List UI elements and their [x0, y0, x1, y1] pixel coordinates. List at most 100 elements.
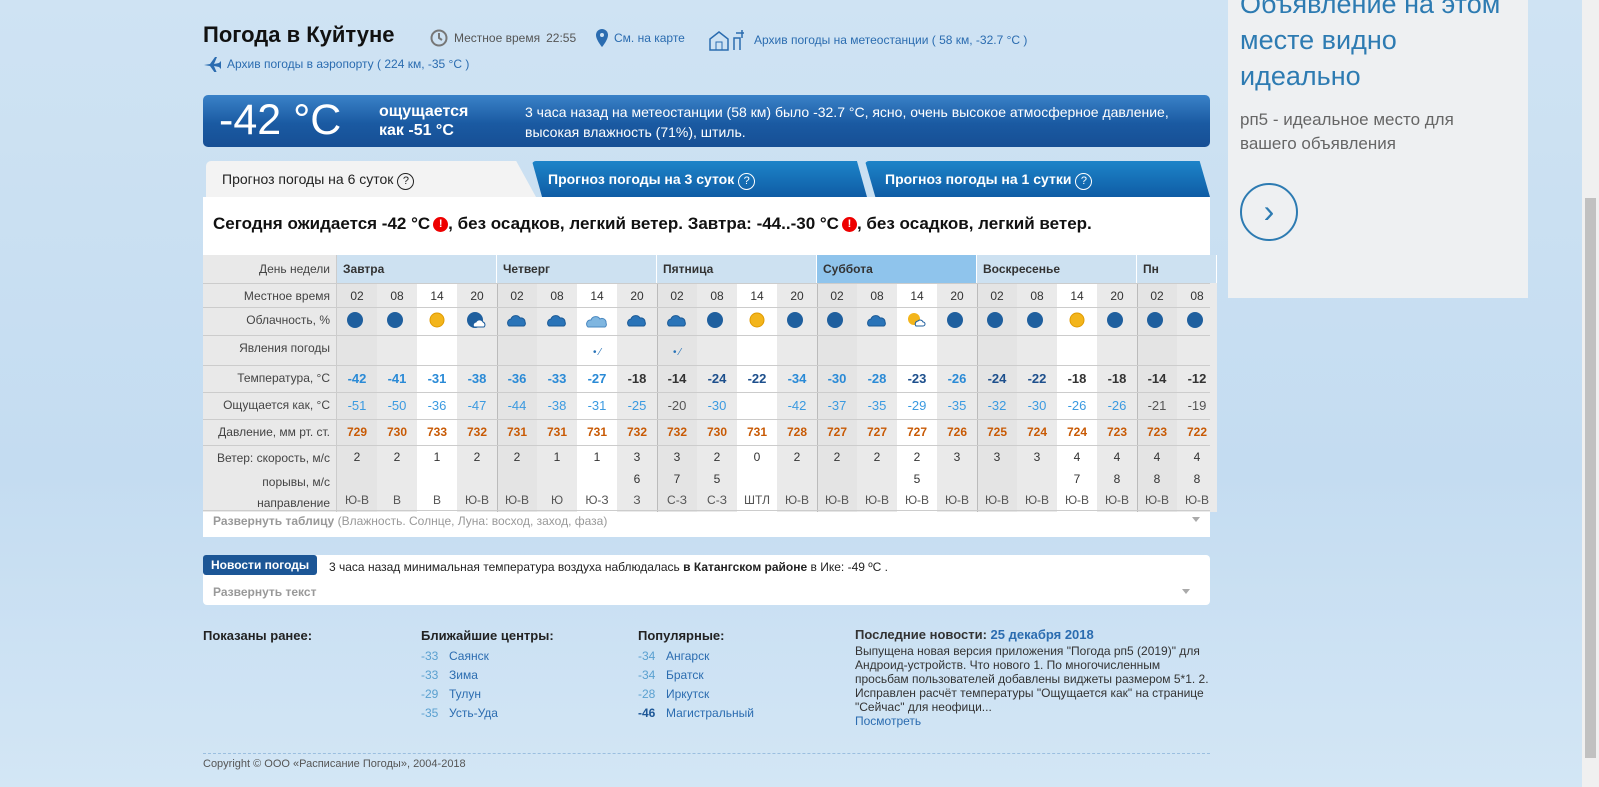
feels-cell: -26: [1107, 398, 1127, 413]
sun-icon[interactable]: [737, 311, 777, 332]
scrollbar[interactable]: [1582, 0, 1599, 787]
snow-icon[interactable]: • ⁄: [657, 347, 697, 358]
sun-cloud-icon[interactable]: [897, 311, 937, 332]
map-link[interactable]: См. на карте: [596, 29, 685, 47]
wind-cell: 3: [953, 450, 961, 464]
snow-icon[interactable]: • ⁄: [577, 347, 617, 358]
cloud-icon[interactable]: [857, 311, 897, 332]
feels-cell: -20: [667, 398, 687, 413]
moon-clear-icon[interactable]: [1137, 311, 1177, 332]
list-item[interactable]: -28 Иркутск: [638, 687, 754, 701]
hour-cell: 08: [870, 289, 884, 303]
direction-cell: Ю-В: [344, 493, 370, 507]
expand-text-link[interactable]: Развернуть текст: [213, 585, 1200, 599]
moon-clear-icon[interactable]: [697, 311, 737, 332]
moon-clear-icon[interactable]: [337, 311, 377, 332]
list-item[interactable]: -34 Братск: [638, 668, 754, 682]
temp-cell: -12: [1187, 371, 1207, 386]
temp-cell: -30: [827, 371, 847, 386]
help-icon[interactable]: ?: [738, 173, 756, 190]
wind-cell: 2: [713, 450, 721, 464]
sun-icon[interactable]: [417, 311, 457, 332]
cloud-icon[interactable]: [497, 311, 537, 332]
feels-cell: -29: [907, 398, 927, 413]
list-item[interactable]: -33 Саянск: [421, 649, 554, 663]
moon-clear-icon[interactable]: [1097, 311, 1137, 332]
temp-cell: -31: [427, 371, 447, 386]
feels-cell: -26: [1067, 398, 1087, 413]
warning-icon[interactable]: !: [433, 217, 449, 232]
wind-cell: 2: [873, 450, 881, 464]
wind-cell: 2: [793, 450, 801, 464]
list-item[interactable]: -35 Усть-Уда: [421, 706, 554, 720]
gust-cell: 8: [1113, 472, 1121, 486]
sun-icon[interactable]: [1057, 311, 1097, 332]
tab-3-days[interactable]: Прогноз погоды на 3 суток?: [532, 161, 867, 197]
hour-cell: 14: [1070, 289, 1084, 303]
hour-cell: 02: [670, 289, 684, 303]
feels-cell: -50: [387, 398, 407, 413]
day-header: Пн: [1137, 255, 1217, 283]
temp-cell: -24: [987, 371, 1007, 386]
help-icon[interactable]: ?: [397, 173, 415, 190]
chevron-down-icon: [1192, 517, 1200, 522]
direction-cell: Ю-В: [984, 493, 1010, 507]
wind-cell: 2: [833, 450, 841, 464]
warning-icon[interactable]: !: [841, 217, 857, 232]
direction-cell: Ю-В: [784, 493, 810, 507]
pressure-cell: 732: [666, 425, 688, 439]
tab-6-days[interactable]: Прогноз погоды на 6 суток?: [206, 161, 536, 197]
read-more-link[interactable]: Посмотреть: [855, 714, 1215, 728]
hour-cell: 20: [790, 289, 804, 303]
temp-cell: -34: [787, 371, 807, 386]
moon-clear-icon[interactable]: [777, 311, 817, 332]
list-item[interactable]: -34 Ангарск: [638, 649, 754, 663]
page-title: Погода в Куйтуне: [203, 22, 395, 47]
direction-cell: Ю-В: [1104, 493, 1130, 507]
news-text: 3 часа назад минимальная температура воз…: [329, 560, 888, 574]
moon-cloud-icon[interactable]: [457, 311, 497, 332]
pressure-cell: 731: [546, 425, 568, 439]
temp-cell: -22: [747, 371, 767, 386]
temp-cell: -27: [587, 371, 607, 386]
tab-1-day[interactable]: Прогноз погоды на 1 сутки?: [865, 161, 1210, 197]
cloud-icon[interactable]: [537, 311, 577, 332]
direction-cell: Ю: [550, 493, 564, 507]
cloud-icon[interactable]: [617, 311, 657, 332]
list-item[interactable]: -46 Магистральный: [638, 706, 754, 720]
list-item[interactable]: -33 Зима: [421, 668, 554, 682]
chevron-right-icon[interactable]: ›: [1240, 183, 1298, 241]
overcast-icon[interactable]: [577, 311, 617, 332]
temp-cell: -38: [467, 371, 487, 386]
feels-cell: -19: [1187, 398, 1207, 413]
moon-clear-icon[interactable]: [1177, 311, 1217, 332]
station-archive-link[interactable]: Архив погоды на метеостанции ( 58 км, -3…: [708, 29, 1027, 51]
hour-cell: 14: [750, 289, 764, 303]
direction-cell: Ю-В: [1184, 493, 1210, 507]
pressure-cell: 730: [386, 425, 408, 439]
scrollbar-thumb[interactable]: [1585, 198, 1596, 758]
pressure-cell: 731: [506, 425, 528, 439]
direction-cell: Ю-В: [504, 493, 530, 507]
list-item[interactable]: -29 Тулун: [421, 687, 554, 701]
moon-clear-icon[interactable]: [377, 311, 417, 332]
feels-cell: -51: [347, 398, 367, 413]
ad-block[interactable]: Объявление на этом месте видно идеально …: [1228, 0, 1528, 298]
expand-table-link[interactable]: Развернуть таблицу (Влажность. Солнце, Л…: [203, 510, 1210, 532]
feels-cell: -35: [867, 398, 887, 413]
moon-clear-icon[interactable]: [937, 311, 977, 332]
moon-clear-icon[interactable]: [1017, 311, 1057, 332]
row-label-phen: Явления погоды: [239, 341, 330, 355]
help-icon[interactable]: ?: [1075, 173, 1093, 190]
moon-clear-icon[interactable]: [977, 311, 1017, 332]
hour-cell: 14: [910, 289, 924, 303]
airport-archive-link[interactable]: Архив погоды в аэропорту ( 224 км, -35 °…: [203, 56, 469, 72]
wind-cell: 2: [353, 450, 361, 464]
moon-clear-icon[interactable]: [817, 311, 857, 332]
cloud-icon[interactable]: [657, 311, 697, 332]
temp-cell: -18: [627, 371, 647, 386]
direction-cell: Ю-З: [585, 493, 609, 507]
news-badge[interactable]: Новости погоды: [203, 555, 318, 575]
airplane-icon: [204, 57, 221, 72]
row-label-wind: Ветер: скорость, м/с: [216, 451, 330, 465]
